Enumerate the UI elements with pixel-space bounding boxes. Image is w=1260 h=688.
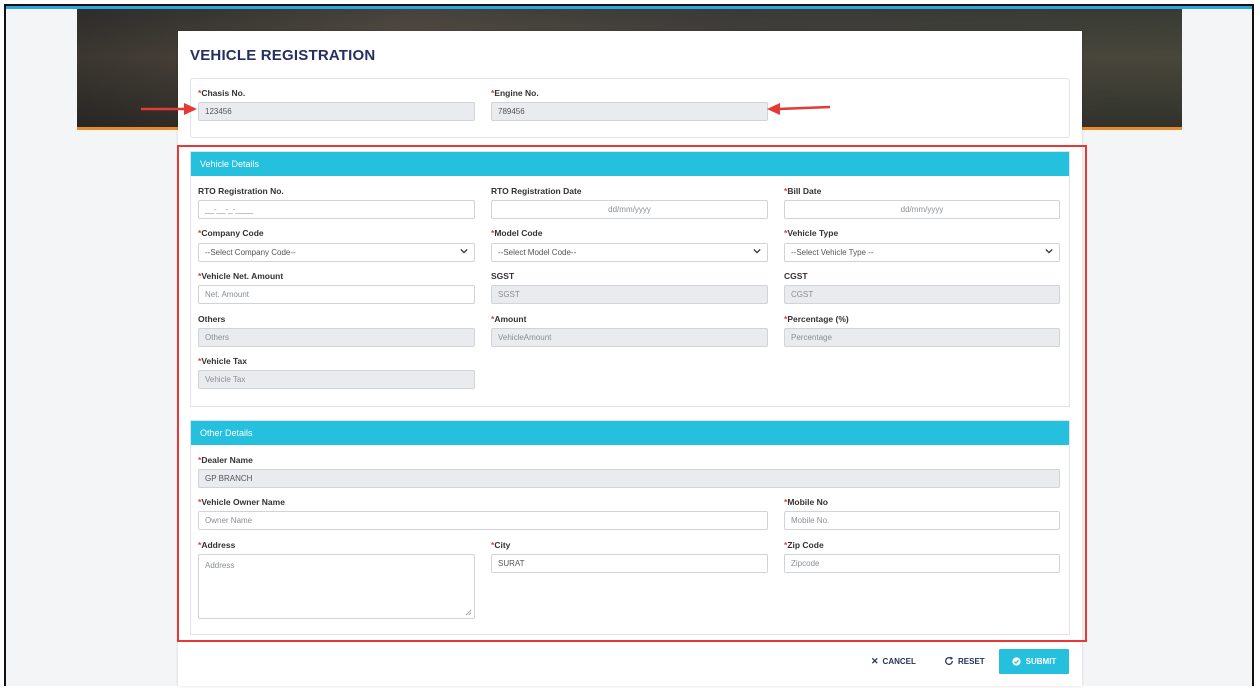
- annotation-highlight-box: [177, 145, 1087, 642]
- chasis-label: *Chasis No.: [198, 88, 246, 98]
- cancel-label: CANCEL: [882, 657, 916, 666]
- submit-button[interactable]: SUBMIT: [999, 649, 1069, 674]
- engine-label: *Engine No.: [491, 88, 539, 98]
- annotation-arrow-right: [141, 103, 197, 115]
- submit-label: SUBMIT: [1025, 657, 1057, 666]
- chasis-input[interactable]: 123456: [198, 102, 475, 121]
- page-title: VEHICLE REGISTRATION: [190, 47, 376, 64]
- annotation-arrow-left: [767, 103, 831, 115]
- reset-button[interactable]: RESET: [944, 656, 985, 666]
- refresh-icon: [945, 656, 954, 665]
- reset-label: RESET: [958, 656, 985, 666]
- engine-input[interactable]: 789456: [491, 102, 768, 121]
- check-circle-icon: [1012, 657, 1021, 666]
- cancel-button[interactable]: ✕ CANCEL: [871, 656, 916, 667]
- close-icon: ✕: [871, 656, 879, 666]
